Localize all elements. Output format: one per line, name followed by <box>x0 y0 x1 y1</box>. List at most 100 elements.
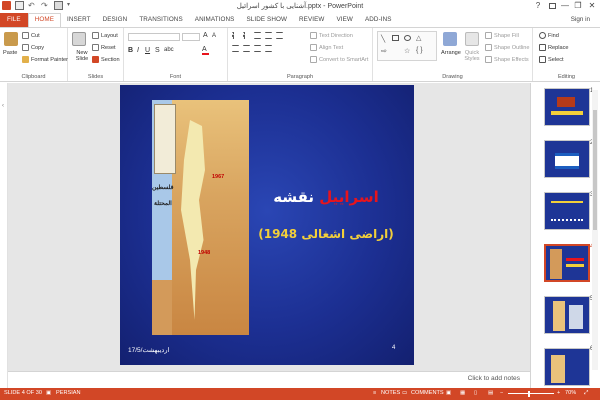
slide-title-red: اسراییل <box>319 188 379 206</box>
increase-indent-icon[interactable] <box>265 32 272 39</box>
map-year-1948: 1948 <box>198 250 211 256</box>
arrange-icon <box>443 32 457 46</box>
slide-thumbnail[interactable] <box>544 88 590 126</box>
thumb-image <box>557 97 575 107</box>
slide-subtitle[interactable]: (اراضی اشغالی 1948) <box>258 227 394 241</box>
zoom-level[interactable]: 70% <box>565 390 576 396</box>
tab-animations[interactable]: ANIMATIONS <box>189 13 241 27</box>
window-title: آشنایی با کشور اسرائیل.pptx - PowerPoint <box>236 3 364 10</box>
shrink-font-button[interactable]: A <box>212 33 216 39</box>
notes-pane[interactable]: Click to add notes <box>8 371 530 388</box>
ribbon: Paste Cut Copy Format Painter Clipboard … <box>0 27 600 82</box>
ribbon-display-options-button[interactable] <box>545 0 559 12</box>
comments-toggle[interactable]: COMMENTS <box>411 390 444 396</box>
minimize-button[interactable]: — <box>558 0 572 12</box>
layout-button[interactable]: Layout <box>92 32 118 39</box>
shape-fill-button[interactable]: Shape Fill <box>485 32 519 39</box>
zoom-out-button[interactable]: − <box>500 390 503 396</box>
bullets-icon[interactable] <box>232 32 239 39</box>
shape-effects-label: Shape Effects <box>494 56 529 63</box>
tab-home[interactable]: HOME <box>27 13 61 27</box>
israel-map-image[interactable]: فلسطين المحتلة 1967 1948 <box>152 100 249 335</box>
restore-button[interactable]: ❐ <box>571 0 585 12</box>
align-center-icon[interactable] <box>243 45 250 52</box>
tab-view[interactable]: VIEW <box>330 13 359 27</box>
thumbnail-pane[interactable] <box>530 83 600 388</box>
justify-icon[interactable] <box>265 45 272 52</box>
align-text-button[interactable]: Align Text <box>310 44 343 51</box>
slide-title[interactable]: اسراییل نقشه <box>258 188 394 206</box>
tab-file[interactable]: FILE <box>0 13 28 27</box>
section-button[interactable]: Section <box>92 56 120 63</box>
copy-button[interactable]: Copy <box>22 44 44 51</box>
help-button[interactable]: ? <box>531 0 545 12</box>
slide-thumbnail[interactable] <box>544 140 590 178</box>
tab-design[interactable]: DESIGN <box>97 13 134 27</box>
underline-button[interactable]: U <box>145 47 150 54</box>
slideshow-view-icon[interactable]: ▤ <box>488 390 493 396</box>
arrange-button[interactable]: Arrange <box>441 50 461 56</box>
shapes-gallery[interactable]: ╲ △ ⇨ ☆ { } <box>377 31 437 61</box>
font-name-box[interactable] <box>128 33 180 41</box>
italic-button[interactable]: I <box>137 47 139 54</box>
close-button[interactable]: ✕ <box>585 0 599 12</box>
new-slide-button[interactable]: New Slide <box>71 50 93 62</box>
slide-thumbnail[interactable] <box>544 348 590 386</box>
find-label: Find <box>548 32 559 39</box>
align-right-icon[interactable] <box>254 45 261 52</box>
format-painter-button[interactable]: Format Painter <box>22 56 68 63</box>
clipboard-group-label: Clipboard <box>21 74 46 80</box>
notes-toggle[interactable]: NOTES <box>381 390 400 396</box>
select-button[interactable]: Select <box>539 56 564 63</box>
slide-sorter-icon[interactable]: ▦ <box>460 390 465 396</box>
zoom-in-button[interactable]: + <box>557 390 560 396</box>
sign-in-link[interactable]: Sign in <box>571 16 590 23</box>
replace-label: Replace <box>548 44 569 51</box>
thumbnail-scrollbar[interactable] <box>592 90 598 370</box>
bold-button[interactable]: B <box>128 47 133 54</box>
fit-slide-icon[interactable]: ⤢ <box>584 390 588 397</box>
tab-insert[interactable]: INSERT <box>61 13 97 27</box>
slide-thumbnail-selected[interactable] <box>544 244 590 282</box>
decrease-indent-icon[interactable] <box>254 32 261 39</box>
language-indicator[interactable]: PERSIAN <box>56 390 81 396</box>
find-button[interactable]: Find <box>539 32 559 39</box>
shadow-button[interactable]: S <box>155 47 160 54</box>
tab-add-ins[interactable]: ADD-INS <box>359 13 398 27</box>
scrollbar-thumb[interactable] <box>593 110 597 230</box>
slide-thumbnail[interactable] <box>544 192 590 230</box>
left-collapsed-pane[interactable]: ‹ <box>0 83 8 388</box>
pen-icon <box>485 44 492 51</box>
normal-view-icon[interactable]: ▣ <box>446 390 451 396</box>
reading-view-icon[interactable]: ▯ <box>474 390 477 396</box>
strikethrough-button[interactable]: abc <box>164 47 174 53</box>
tab-review[interactable]: REVIEW <box>293 13 330 27</box>
align-left-icon[interactable] <box>232 45 239 52</box>
slide-thumbnail[interactable] <box>544 296 590 334</box>
clipboard-group: Paste Cut Copy Format Painter Clipboard <box>0 28 68 81</box>
font-color-button[interactable]: A <box>202 46 209 55</box>
shape-outline-button[interactable]: Shape Outline <box>485 44 529 51</box>
quick-styles-button[interactable]: Quick Styles <box>461 50 483 62</box>
numbering-icon[interactable] <box>243 32 250 39</box>
zoom-slider[interactable] <box>508 393 554 394</box>
text-direction-button[interactable]: Text Direction <box>310 32 353 39</box>
thumb-flag <box>555 153 579 169</box>
reset-button[interactable]: Reset <box>92 44 116 51</box>
cut-button[interactable]: Cut <box>22 32 40 39</box>
paste-button[interactable]: Paste <box>3 50 17 56</box>
grow-font-button[interactable]: A <box>203 32 208 39</box>
paintbrush-icon <box>22 56 29 63</box>
font-size-box[interactable] <box>182 33 200 41</box>
tab-transitions[interactable]: TRANSITIONS <box>133 13 188 27</box>
align-buttons <box>232 45 272 52</box>
zoom-slider-thumb[interactable] <box>528 391 530 397</box>
spellcheck-icon[interactable]: ▣ <box>46 390 51 396</box>
shape-effects-button[interactable]: Shape Effects <box>485 56 529 63</box>
tab-slide-show[interactable]: SLIDE SHOW <box>240 13 293 27</box>
convert-smartart-button[interactable]: Convert to SmartArt <box>310 56 368 63</box>
ribbon-display-icon <box>548 3 556 9</box>
replace-button[interactable]: Replace <box>539 44 569 51</box>
thumb-map <box>553 301 565 331</box>
line-spacing-icon[interactable] <box>276 32 283 39</box>
